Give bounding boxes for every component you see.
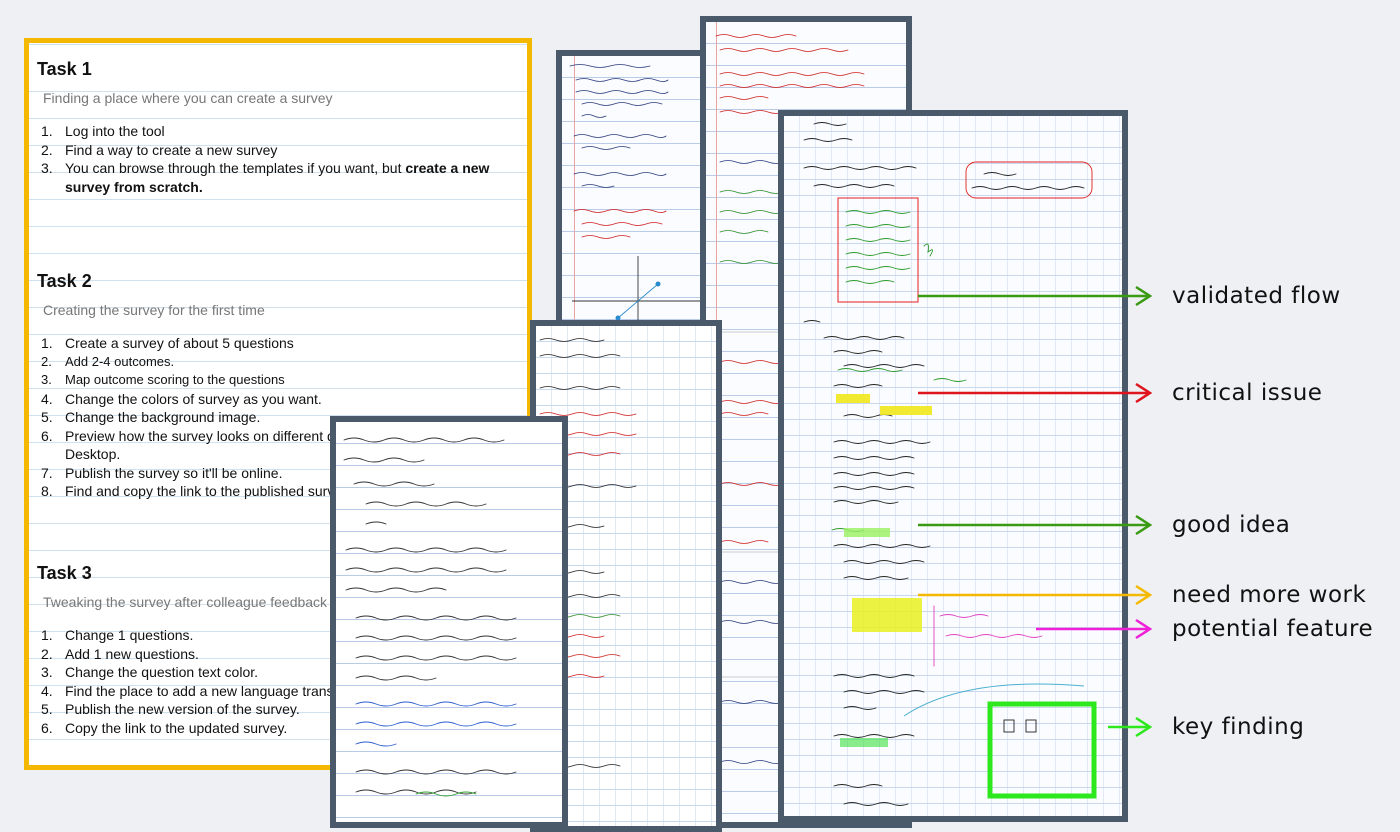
task-title: Task 2 [37, 271, 92, 291]
legend-label: potential feature [1172, 616, 1374, 642]
legend-label: critical issue [1172, 380, 1323, 406]
task-step: 3. Map outcome scoring to the questions [41, 372, 285, 387]
legend-good-idea: good idea [918, 510, 1378, 540]
handwriting-scribble [569, 64, 702, 331]
task-subtitle: Creating the survey for the first time [43, 302, 265, 318]
arrow-right-icon [1108, 716, 1153, 738]
legend-label: validated flow [1172, 283, 1341, 309]
legend-key-finding: key finding [918, 712, 1378, 742]
task-subtitle: Finding a place where you can create a s… [43, 90, 333, 106]
arrow-right-icon [918, 285, 1153, 307]
task-1: Task 1 Finding a place where you can cre… [37, 59, 519, 196]
task-step: 2. Find a way to create a new survey [41, 141, 278, 158]
legend-label: good idea [1172, 512, 1291, 538]
handwriting-scribble [343, 437, 517, 797]
task-step: 2. Add 2-4 outcomes. [41, 353, 175, 369]
arrow-right-icon [918, 382, 1153, 404]
task-title: Task 1 [37, 59, 92, 79]
note-page-upper-left [556, 50, 718, 340]
legend-validated-flow: validated flow [918, 281, 1378, 311]
legend-critical-issue: critical issue [918, 378, 1378, 408]
task-steps: 1. Log into the tool 2. Find a way to crea… [37, 122, 519, 196]
task-step: 1. Log into the tool [41, 123, 165, 139]
arrow-right-icon [1036, 618, 1153, 640]
handwriting-scribble [803, 122, 1097, 806]
arrow-right-icon [918, 584, 1153, 606]
legend-need-more-work: need more work [918, 580, 1378, 610]
legend-potential-feature: potential feature [918, 614, 1378, 644]
legend-label: key finding [1172, 714, 1305, 740]
task-step: 4. Change the colors of survey as you wan… [41, 390, 322, 407]
legend-label: need more work [1172, 582, 1367, 608]
task-step: 3. You can browse through the templates i… [41, 160, 490, 195]
arrow-right-icon [918, 514, 1153, 536]
note-page-front-left [330, 416, 568, 828]
task-step: 1. Create a survey of about 5 questions [41, 335, 294, 351]
